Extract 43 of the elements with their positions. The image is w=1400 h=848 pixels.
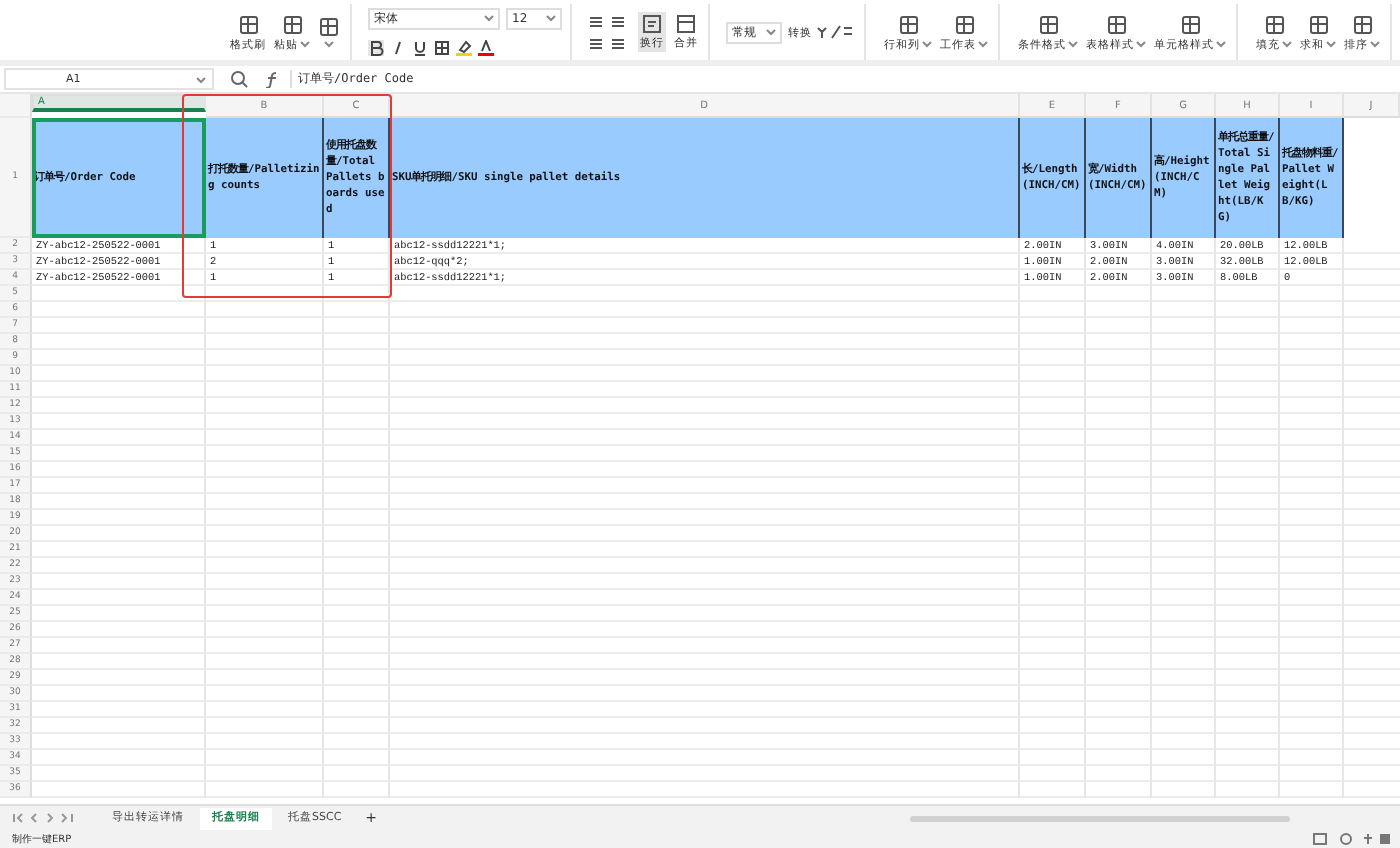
zoom-icon[interactable] — [230, 70, 248, 88]
caret-icon — [766, 28, 776, 36]
caret-icon[interactable] — [1216, 40, 1226, 48]
toolbar-icon — [897, 13, 919, 35]
merge-icon — [676, 14, 696, 34]
font-color-icon[interactable] — [478, 40, 494, 57]
caret-icon[interactable] — [1326, 40, 1336, 48]
caret-icon[interactable] — [300, 40, 310, 48]
caret-icon — [196, 75, 206, 83]
wrap-text-icon — [642, 14, 662, 34]
toolbar-icon — [281, 13, 303, 35]
caret-icon[interactable] — [1136, 40, 1146, 48]
toolbar-icon — [318, 16, 340, 38]
toolbar-icon — [1179, 13, 1201, 35]
toolbar-icon — [237, 13, 259, 35]
align-icon[interactable] — [588, 35, 604, 51]
align-icon[interactable] — [610, 35, 626, 51]
caret-icon[interactable] — [922, 40, 932, 48]
view-mode-icon[interactable] — [1312, 832, 1392, 846]
border-icon[interactable] — [434, 40, 450, 57]
toolbar-icon — [1307, 13, 1329, 35]
caret-icon[interactable] — [1370, 40, 1380, 48]
toolbar-icon — [1105, 13, 1127, 35]
align-icon[interactable] — [610, 13, 626, 29]
horizontal-scrollbar[interactable] — [909, 815, 1290, 821]
align-icon[interactable] — [588, 13, 604, 29]
toolbar-icon — [1037, 13, 1059, 35]
italic-icon[interactable] — [390, 40, 406, 57]
caret-icon — [546, 14, 556, 23]
bold-icon[interactable] — [368, 40, 384, 57]
toolbar-icon — [1351, 13, 1373, 35]
underline-icon[interactable] — [412, 40, 428, 57]
toolbar-icon — [953, 13, 975, 35]
number-format-icon — [816, 24, 856, 40]
toolbar-icon — [1263, 13, 1285, 35]
toolbar-button[interactable] — [316, 14, 342, 50]
caret-icon[interactable] — [978, 40, 988, 48]
caret-icon[interactable] — [1068, 40, 1078, 48]
caret-icon[interactable] — [1282, 40, 1292, 48]
highlight-icon[interactable] — [456, 40, 472, 57]
caret-icon — [484, 14, 494, 23]
function-icon[interactable] — [264, 70, 282, 88]
caret-icon[interactable] — [324, 40, 334, 48]
